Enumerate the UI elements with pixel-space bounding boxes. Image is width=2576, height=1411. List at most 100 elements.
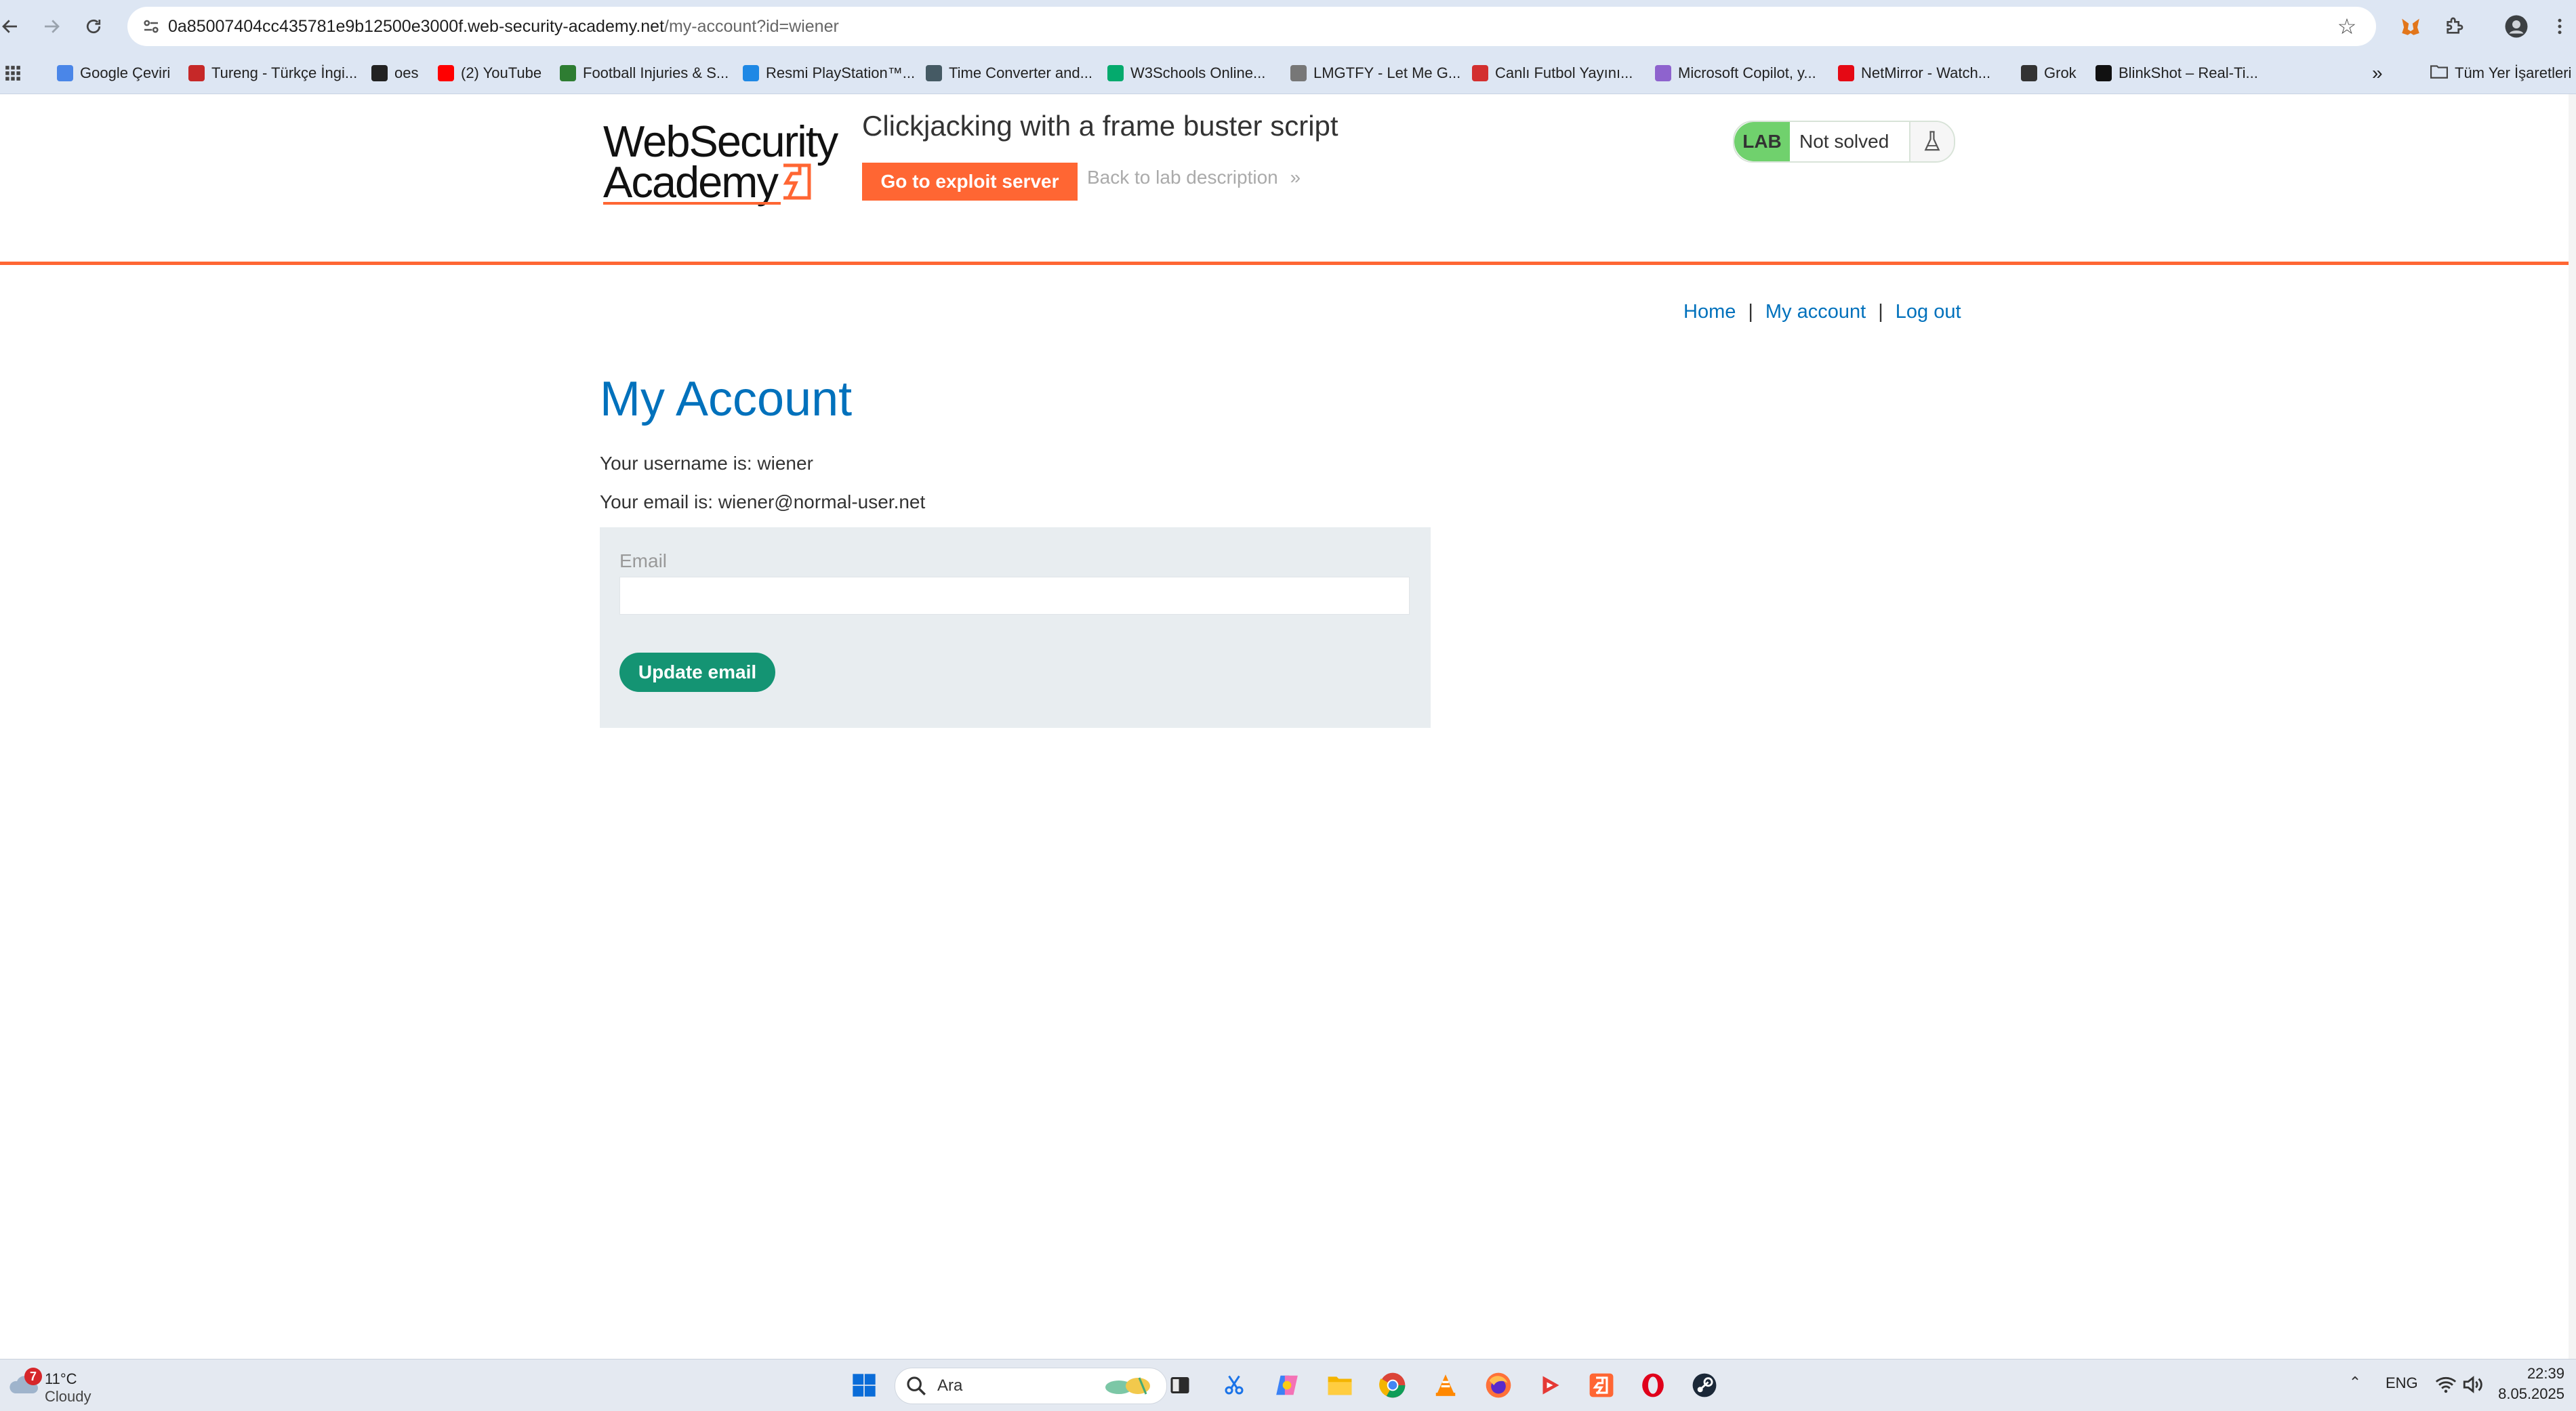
back-arrow-icon[interactable] bbox=[0, 9, 27, 43]
bookmark-item[interactable]: NetMirror - Watch... bbox=[1838, 53, 1990, 94]
bookmarks-overflow-chevron-icon[interactable]: » bbox=[2372, 53, 2383, 94]
bookmark-star-icon[interactable]: ☆ bbox=[2330, 9, 2364, 43]
logo-underline bbox=[603, 202, 781, 205]
bookmark-label: Grok bbox=[2044, 64, 2077, 81]
weather-condition: Cloudy bbox=[45, 1388, 91, 1405]
address-bar[interactable]: 0a85007404cc435781e9b12500e3000f.web-sec… bbox=[127, 7, 2376, 46]
nav-log-out-link[interactable]: Log out bbox=[1896, 301, 1961, 323]
clock-date[interactable]: 8.05.2025 bbox=[2494, 1385, 2564, 1403]
site-info-icon[interactable] bbox=[134, 9, 168, 43]
bookmark-favicon bbox=[188, 65, 205, 81]
opera-icon[interactable] bbox=[1636, 1368, 1670, 1402]
bookmarks-bar: Google Çeviri Tureng - Türkçe İngi... oe… bbox=[0, 53, 2576, 94]
back-to-lab-description-link[interactable]: Back to lab description » bbox=[1087, 167, 1301, 188]
lab-title: Clickjacking with a frame buster script bbox=[862, 110, 1338, 142]
vlc-icon[interactable] bbox=[1429, 1368, 1463, 1402]
firefox-icon[interactable] bbox=[1481, 1368, 1515, 1402]
bookmark-label: LMGTFY - Let Me G... bbox=[1313, 64, 1461, 81]
update-email-button[interactable]: Update email bbox=[619, 653, 775, 692]
tray-overflow-chevron-icon[interactable]: ⌃ bbox=[2345, 1374, 2365, 1395]
task-view-icon[interactable] bbox=[1163, 1368, 1197, 1402]
extensions-puzzle-icon[interactable] bbox=[2437, 9, 2471, 43]
windows-start-icon[interactable] bbox=[847, 1368, 881, 1402]
bookmark-item[interactable]: Time Converter and... bbox=[926, 53, 1092, 94]
bookmark-favicon bbox=[743, 65, 759, 81]
username-info: Your username is: wiener bbox=[600, 453, 813, 474]
media-player-icon[interactable] bbox=[1533, 1368, 1567, 1402]
bookmark-item[interactable]: (2) YouTube bbox=[438, 53, 541, 94]
bookmark-item[interactable]: Grok bbox=[2021, 53, 2077, 94]
logo-line-2: Academy bbox=[603, 157, 779, 207]
weather-temp: 11°C bbox=[45, 1370, 77, 1387]
bookmark-label: Canlı Futbol Yayını... bbox=[1495, 64, 1633, 81]
bookmark-item[interactable]: oes bbox=[371, 53, 418, 94]
flask-icon bbox=[1909, 122, 1954, 161]
bookmark-item[interactable]: Football Injuries & S... bbox=[560, 53, 729, 94]
all-bookmarks-folder[interactable]: Tüm Yer İşaretleri bbox=[2430, 53, 2571, 94]
bookmark-favicon bbox=[926, 65, 942, 81]
email-field[interactable] bbox=[619, 577, 1410, 615]
folder-icon bbox=[2430, 64, 2448, 83]
overflow-label: » bbox=[2372, 62, 2383, 83]
bookmark-item[interactable]: Microsoft Copilot, y... bbox=[1655, 53, 1816, 94]
double-chevron-right-icon: » bbox=[1290, 167, 1301, 188]
weather-widget[interactable]: 7 11°C Cloudy bbox=[7, 1365, 115, 1406]
bookmark-item[interactable]: Tureng - Türkçe İngi... bbox=[188, 53, 357, 94]
windows-taskbar: 7 11°C Cloudy Ara ⌃ ENG 22:39 8.05.2025 bbox=[0, 1359, 2576, 1411]
clock-time[interactable]: 22:39 bbox=[2508, 1365, 2564, 1383]
bookmark-label: Microsoft Copilot, y... bbox=[1678, 64, 1816, 81]
bookmark-item[interactable]: W3Schools Online... bbox=[1107, 53, 1265, 94]
bookmark-label: oes bbox=[394, 64, 419, 81]
file-explorer-icon[interactable] bbox=[1323, 1368, 1357, 1402]
web-security-academy-logo[interactable]: WebSecurity Academy bbox=[603, 117, 840, 205]
taskbar-search-input[interactable]: Ara bbox=[895, 1368, 1167, 1404]
bookmark-favicon bbox=[2021, 65, 2037, 81]
bookmark-item[interactable]: Google Çeviri bbox=[57, 53, 170, 94]
url-text: 0a85007404cc435781e9b12500e3000f.web-sec… bbox=[168, 17, 839, 36]
bookmark-label: Tureng - Türkçe İngi... bbox=[211, 64, 358, 81]
bookmark-item[interactable]: Resmi PlayStation™... bbox=[743, 53, 915, 94]
bookmark-label: BlinkShot – Real-Ti... bbox=[2119, 64, 2258, 81]
bookmark-label: NetMirror - Watch... bbox=[1861, 64, 1991, 81]
bookmark-favicon bbox=[2095, 65, 2112, 81]
top-navigation: Home | My account | Log out bbox=[1683, 301, 1961, 323]
bookmark-label: Google Çeviri bbox=[80, 64, 171, 81]
back-link-label: Back to lab description bbox=[1087, 167, 1278, 188]
bookmark-item[interactable]: Canlı Futbol Yayını... bbox=[1472, 53, 1633, 94]
nav-home-link[interactable]: Home bbox=[1683, 301, 1736, 323]
input-language[interactable]: ENG bbox=[2386, 1374, 2418, 1392]
bookmark-favicon bbox=[371, 65, 388, 81]
page-title: My Account bbox=[600, 372, 853, 426]
bookmark-label: Time Converter and... bbox=[949, 64, 1092, 81]
bookmark-favicon bbox=[1472, 65, 1488, 81]
page-scrollbar[interactable] bbox=[2569, 94, 2576, 1359]
bookmark-favicon bbox=[1107, 65, 1124, 81]
bookmark-label: W3Schools Online... bbox=[1130, 64, 1266, 81]
burp-suite-icon[interactable] bbox=[1585, 1368, 1618, 1402]
profile-avatar-icon[interactable] bbox=[2499, 9, 2533, 43]
nav-my-account-link[interactable]: My account bbox=[1765, 301, 1866, 323]
weather-notification-badge: 7 bbox=[24, 1368, 42, 1385]
metamask-fox-icon[interactable] bbox=[2394, 9, 2428, 43]
copilot-icon[interactable] bbox=[1270, 1368, 1304, 1402]
snipping-tool-icon[interactable] bbox=[1217, 1368, 1251, 1402]
nav-separator: | bbox=[1878, 301, 1883, 323]
bookmark-label: (2) YouTube bbox=[461, 64, 542, 81]
all-bookmarks-label: Tüm Yer İşaretleri bbox=[2455, 64, 2572, 81]
forward-arrow-icon[interactable] bbox=[35, 9, 68, 43]
browser-menu-icon[interactable] bbox=[2543, 9, 2576, 43]
email-field-label: Email bbox=[619, 550, 668, 571]
chrome-icon[interactable] bbox=[1376, 1368, 1410, 1402]
reload-icon[interactable] bbox=[77, 9, 110, 43]
search-highlight-icon bbox=[1105, 1377, 1150, 1395]
bookmark-item[interactable]: LMGTFY - Let Me G... bbox=[1290, 53, 1460, 94]
search-placeholder: Ara bbox=[937, 1376, 963, 1395]
apps-grid-icon[interactable] bbox=[4, 53, 22, 94]
steam-icon[interactable] bbox=[1688, 1368, 1721, 1402]
wifi-icon[interactable] bbox=[2434, 1373, 2457, 1396]
nav-separator: | bbox=[1748, 301, 1753, 323]
bookmark-favicon bbox=[1290, 65, 1307, 81]
volume-icon[interactable] bbox=[2461, 1373, 2485, 1396]
go-to-exploit-server-button[interactable]: Go to exploit server bbox=[862, 163, 1078, 201]
bookmark-item[interactable]: BlinkShot – Real-Ti... bbox=[2095, 53, 2258, 94]
